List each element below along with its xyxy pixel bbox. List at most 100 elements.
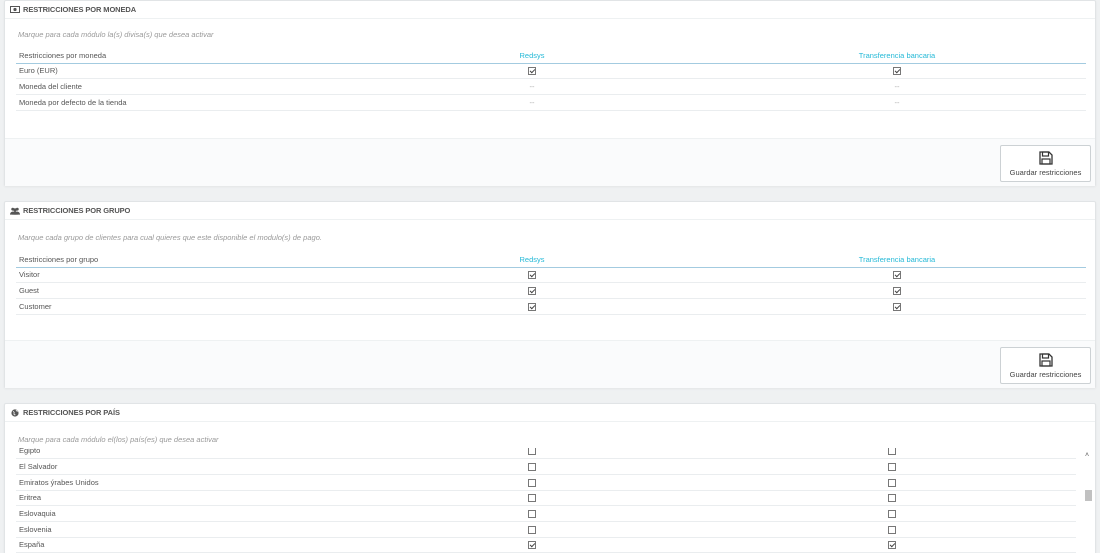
module-checkbox[interactable] — [888, 463, 896, 472]
module-checkbox[interactable] — [528, 463, 536, 472]
module-checkbox[interactable] — [893, 302, 901, 311]
checkbox-cell — [708, 505, 1076, 522]
module-checkbox[interactable] — [893, 287, 901, 296]
panel-footer: Guardar restricciones — [5, 340, 1095, 388]
module-checkbox[interactable] — [528, 494, 536, 503]
checkbox-cell — [356, 267, 708, 284]
checkbox-cell — [708, 448, 1076, 460]
column-header-label: Restricciones por moneda — [16, 49, 356, 64]
module-checkbox[interactable] — [888, 448, 896, 456]
module-checkbox[interactable] — [528, 478, 536, 487]
group-table: Restricciones por grupo Redsys Transfere… — [16, 253, 1086, 315]
table-row: Eritrea — [16, 490, 1076, 507]
panel-footer: Guardar restricciones — [5, 138, 1095, 186]
row-label: Moneda por defecto de la tienda — [16, 94, 356, 111]
module-checkbox[interactable] — [528, 302, 536, 311]
country-list-scroll[interactable]: Egipto El Salvador Emiratos ýrabes Unidos E… — [16, 448, 1094, 553]
column-header-redsys: Redsys — [356, 253, 708, 268]
panel-heading: RESTRICCIONES POR MONEDA — [5, 1, 1095, 19]
table-row: Eslovenia — [16, 521, 1076, 538]
table-row: El Salvador — [16, 458, 1076, 475]
module-checkbox[interactable] — [528, 510, 536, 519]
checkbox-cell — [708, 458, 1076, 475]
currency-restrictions-panel: RESTRICCIONES POR MONEDA Marque para cad… — [4, 0, 1096, 186]
module-checkbox[interactable] — [528, 525, 536, 534]
currency-rows: Euro (EUR) Moneda del cliente -- -- Moneda p… — [16, 63, 1086, 111]
module-checkbox[interactable] — [528, 448, 536, 456]
not-applicable-cell: -- — [356, 94, 708, 111]
checkbox-cell — [356, 63, 708, 80]
scrollbar[interactable]: ˄ — [1082, 448, 1094, 553]
checkbox-cell — [708, 521, 1076, 538]
panel-heading: RESTRICCIONES POR PAÍS — [5, 404, 1095, 422]
column-header-bank-transfer: Transferencia bancaria — [708, 49, 1086, 64]
row-label: Visitor — [16, 267, 356, 284]
checkbox-cell — [708, 298, 1086, 315]
table-row: Egipto — [16, 448, 1076, 460]
row-label: Eslovenia — [16, 521, 356, 538]
checkbox-cell — [708, 490, 1076, 507]
save-button-label: Guardar restricciones — [1009, 167, 1082, 177]
not-applicable-cell: -- — [708, 94, 1086, 111]
money-icon — [10, 6, 20, 14]
checkbox-cell — [356, 474, 708, 491]
table-row: Customer — [16, 298, 1086, 315]
checkbox-cell — [356, 282, 708, 299]
module-checkbox[interactable] — [893, 271, 901, 280]
row-label: Emiratos ýrabes Unidos — [16, 474, 356, 491]
help-text: Marque para cada módulo la(s) divisa(s) … — [18, 30, 214, 39]
table-row: España — [16, 537, 1076, 553]
table-row: Visitor — [16, 267, 1086, 284]
checkbox-cell — [356, 490, 708, 507]
row-label: El Salvador — [16, 458, 356, 475]
globe-icon — [10, 408, 20, 417]
module-checkbox[interactable] — [888, 510, 896, 519]
module-checkbox[interactable] — [528, 287, 536, 296]
table-row: Moneda por defecto de la tienda -- -- — [16, 94, 1086, 111]
column-header-redsys: Redsys — [356, 49, 708, 64]
country-rows: Egipto El Salvador Emiratos ýrabes Unidos E… — [16, 448, 1076, 553]
save-button-label: Guardar restricciones — [1009, 369, 1082, 379]
row-label: Guest — [16, 282, 356, 299]
help-text: Marque para cada módulo el(los) país(es)… — [18, 435, 219, 444]
save-restrictions-button[interactable]: Guardar restricciones — [1000, 145, 1091, 182]
module-checkbox[interactable] — [528, 271, 536, 280]
row-label: Egipto — [16, 448, 356, 460]
group-restrictions-panel: RESTRICCIONES POR GRUPO Marque cada grup… — [4, 201, 1096, 388]
module-checkbox[interactable] — [528, 67, 536, 76]
module-checkbox[interactable] — [528, 541, 536, 550]
save-restrictions-button[interactable]: Guardar restricciones — [1000, 347, 1091, 384]
checkbox-cell — [708, 537, 1076, 553]
country-restrictions-panel: RESTRICCIONES POR PAÍS Marque para cada … — [4, 403, 1096, 553]
table-row: Euro (EUR) — [16, 63, 1086, 80]
users-icon — [10, 207, 20, 215]
table-row: Moneda del cliente -- -- — [16, 78, 1086, 95]
module-checkbox[interactable] — [888, 541, 896, 550]
column-header-label: Restricciones por grupo — [16, 253, 356, 268]
checkbox-cell — [708, 474, 1076, 491]
checkbox-cell — [708, 267, 1086, 284]
checkbox-cell — [356, 458, 708, 475]
module-checkbox[interactable] — [888, 494, 896, 503]
row-label: Customer — [16, 298, 356, 315]
row-label: España — [16, 537, 356, 553]
country-table: Egipto El Salvador Emiratos ýrabes Unidos E… — [16, 448, 1076, 553]
chevron-up-icon[interactable]: ˄ — [1085, 452, 1089, 459]
not-applicable-cell: -- — [356, 78, 708, 95]
table-row: Emiratos ýrabes Unidos — [16, 474, 1076, 491]
module-checkbox[interactable] — [888, 525, 896, 534]
checkbox-cell — [356, 448, 708, 460]
panel-heading: RESTRICCIONES POR GRUPO — [5, 202, 1095, 220]
table-row: Eslovaquia — [16, 505, 1076, 522]
module-checkbox[interactable] — [888, 478, 896, 487]
row-label: Eritrea — [16, 490, 356, 507]
floppy-disk-icon — [1038, 150, 1053, 165]
column-header-bank-transfer: Transferencia bancaria — [708, 253, 1086, 268]
panel-title: RESTRICCIONES POR MONEDA — [23, 5, 137, 14]
module-checkbox[interactable] — [893, 67, 901, 76]
scrollbar-thumb[interactable] — [1085, 490, 1092, 501]
table-row: Guest — [16, 282, 1086, 299]
currency-table: Restricciones por moneda Redsys Transfer… — [16, 49, 1086, 111]
checkbox-cell — [356, 505, 708, 522]
checkbox-cell — [356, 298, 708, 315]
